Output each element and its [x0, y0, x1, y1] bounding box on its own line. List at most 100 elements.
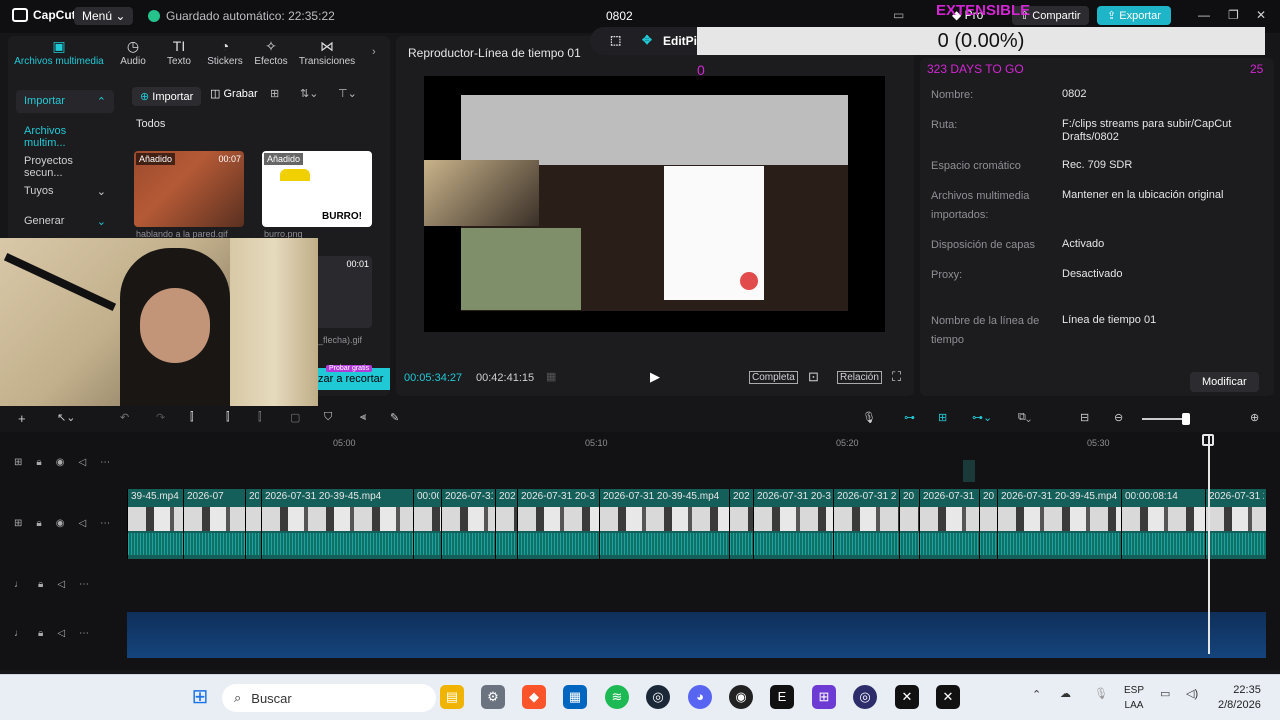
video-clip[interactable]: 2026-07-31 20-39-45.mp4: [599, 489, 729, 559]
cover-icon[interactable]: ⊞: [14, 518, 22, 529]
video-clip[interactable]: 20: [245, 489, 261, 559]
capcut-taskbar-icon[interactable]: ✕: [895, 685, 919, 709]
sidebar-item-import[interactable]: Importar ⌃: [16, 90, 114, 113]
media-thumb-burro[interactable]: Añadido BURRO!: [262, 151, 372, 227]
undo-icon[interactable]: ↶: [120, 411, 129, 424]
minimize-icon[interactable]: —: [1198, 8, 1210, 22]
layer-icon[interactable]: ⊞: [14, 457, 22, 468]
network-icon[interactable]: ▭: [1160, 687, 1170, 700]
lock-icon[interactable]: 🔒︎: [36, 518, 41, 529]
file-explorer-icon[interactable]: ▤: [440, 685, 464, 709]
mic-off-icon[interactable]: 🎙: [1094, 687, 1108, 700]
media-thumb-wall-gif[interactable]: Añadido 00:07: [134, 151, 244, 227]
input-language[interactable]: ESP LAA: [1124, 683, 1144, 713]
play-icon[interactable]: ▶: [650, 369, 660, 385]
more-icon[interactable]: ⋯: [100, 518, 110, 529]
add-track-icon[interactable]: +: [18, 411, 26, 426]
video-clip[interactable]: 20: [979, 489, 997, 559]
editpi-pill[interactable]: ⬚ ✥ EditPi: [590, 27, 700, 55]
ratio-button[interactable]: Relación: [837, 371, 882, 384]
video-clip[interactable]: 2026-07-31 20-3: [753, 489, 833, 559]
redo-icon[interactable]: ↷: [156, 411, 165, 424]
mic-icon[interactable]: 🎙: [862, 411, 876, 424]
epic-games-icon[interactable]: E: [770, 685, 794, 709]
zoom-slider-handle[interactable]: [1182, 413, 1190, 425]
cloud-icon[interactable]: ☁: [1060, 687, 1071, 700]
sidebar-item-media[interactable]: Archivos multim...: [16, 120, 114, 154]
video-clip[interactable]: 00:00:08:14: [1121, 489, 1205, 559]
tab-stickers[interactable]: ◔ Stickers: [204, 38, 246, 67]
browser-icon[interactable]: ◎: [853, 685, 877, 709]
preview-axis-icon[interactable]: ⧉⌄: [1018, 411, 1031, 424]
brave-icon[interactable]: ◆: [522, 685, 546, 709]
capcut-taskbar-icon-2[interactable]: ✕: [936, 685, 960, 709]
video-clip[interactable]: 39-45.mp4: [127, 489, 183, 559]
zoom-in-icon[interactable]: ⊕: [1250, 411, 1259, 424]
marker-clip[interactable]: [963, 460, 975, 482]
tab-transitions[interactable]: ⋈ Transiciones: [297, 38, 357, 67]
lock-icon[interactable]: 🔒︎: [38, 628, 43, 639]
record-button[interactable]: ◫ Grabar: [210, 87, 258, 100]
more-icon[interactable]: ⋯: [79, 579, 89, 590]
zoom-out-icon[interactable]: ⊖: [1114, 411, 1123, 424]
magnet-icon[interactable]: ⊞: [938, 411, 947, 424]
video-clip[interactable]: 2026-07-31 20-39-45.mp4: [997, 489, 1121, 559]
grid-view-icon[interactable]: ⊞: [270, 87, 279, 100]
video-clip[interactable]: 2026-07-31: [441, 489, 495, 559]
split-icon[interactable]: ⫿: [190, 411, 194, 424]
filter-all[interactable]: Todos: [136, 118, 165, 130]
timeline-grid-icon[interactable]: ▦: [546, 370, 556, 383]
video-clip[interactable]: 20: [899, 489, 919, 559]
speaker-icon[interactable]: ◁: [78, 518, 86, 529]
full-quality-button[interactable]: Completa: [749, 371, 798, 384]
sidebar-item-yours[interactable]: Tuyos ⌄: [16, 180, 114, 203]
layout-icon[interactable]: ▭: [893, 8, 904, 22]
video-clip[interactable]: 2026-07: [183, 489, 245, 559]
export-button[interactable]: ⇪ Exportar: [1097, 6, 1171, 25]
playhead[interactable]: [1208, 436, 1210, 654]
link-icon[interactable]: ⊶⌄: [972, 411, 992, 424]
video-clip[interactable]: 2026-07-31 2: [833, 489, 899, 559]
video-clip[interactable]: 202: [729, 489, 753, 559]
main-video-track[interactable]: 39-45.mp4 2026-07 20 2026-07-31 20-39-45.mp…: [127, 489, 1266, 559]
video-clip[interactable]: 2026-07-31: [919, 489, 979, 559]
lock-icon[interactable]: 🔒︎: [36, 457, 41, 468]
preview-screen[interactable]: [424, 76, 885, 332]
volume-icon[interactable]: ◁): [1186, 687, 1198, 700]
tab-text[interactable]: TI Texto: [160, 38, 198, 67]
filter-icon[interactable]: ⊤⌄: [338, 87, 357, 100]
split-left-icon[interactable]: ⫿: [226, 411, 230, 424]
apps-grid-icon[interactable]: ⊞: [812, 685, 836, 709]
tab-effects[interactable]: ✧ Efectos: [252, 38, 290, 67]
audio-track-icon[interactable]: ♩: [14, 579, 24, 590]
delete-icon[interactable]: ▢: [290, 411, 300, 424]
playhead-handle[interactable]: [1202, 434, 1214, 446]
sort-icon[interactable]: ⇅⌄: [300, 87, 318, 100]
marker-icon[interactable]: ⛉: [324, 411, 332, 424]
sidebar-item-generate[interactable]: Generar ⌄: [16, 210, 114, 233]
menu-button[interactable]: Menú ⌄: [74, 7, 134, 25]
settings-icon[interactable]: ⚙: [481, 685, 505, 709]
video-clip[interactable]: 2026-07-31 20-39-45.mp4: [261, 489, 413, 559]
steam-icon[interactable]: ◎: [646, 685, 670, 709]
chevron-up-icon[interactable]: ⌃: [1032, 688, 1041, 701]
eye-icon[interactable]: ◉: [56, 518, 65, 529]
more-icon[interactable]: ⋯: [100, 457, 110, 468]
caption-icon[interactable]: ⊟: [1080, 411, 1089, 424]
maximize-icon[interactable]: ❐: [1228, 8, 1239, 22]
discord-icon[interactable]: ◕: [688, 685, 712, 709]
tab-audio[interactable]: ◷ Audio: [114, 38, 152, 67]
auto-reframe-icon[interactable]: ✎: [390, 411, 399, 424]
audio-track-icon[interactable]: ♩: [14, 628, 24, 639]
sidebar-item-subprojects[interactable]: Proyectos secun...: [16, 150, 114, 184]
system-clock[interactable]: 22:35 2/8/2026: [1218, 683, 1261, 713]
speaker-icon[interactable]: ◁: [78, 457, 86, 468]
speaker-icon[interactable]: ◁: [57, 579, 65, 590]
windows-start-icon[interactable]: ⊞: [188, 685, 212, 709]
modify-button[interactable]: Modificar: [1190, 372, 1259, 392]
split-right-icon[interactable]: ⫿: [258, 411, 262, 424]
spotify-icon[interactable]: ≋: [605, 685, 629, 709]
tab-media[interactable]: ▣ Archivos multimedia: [12, 38, 106, 67]
obs-icon[interactable]: ◉: [729, 685, 753, 709]
more-icon[interactable]: ⋯: [79, 628, 89, 639]
